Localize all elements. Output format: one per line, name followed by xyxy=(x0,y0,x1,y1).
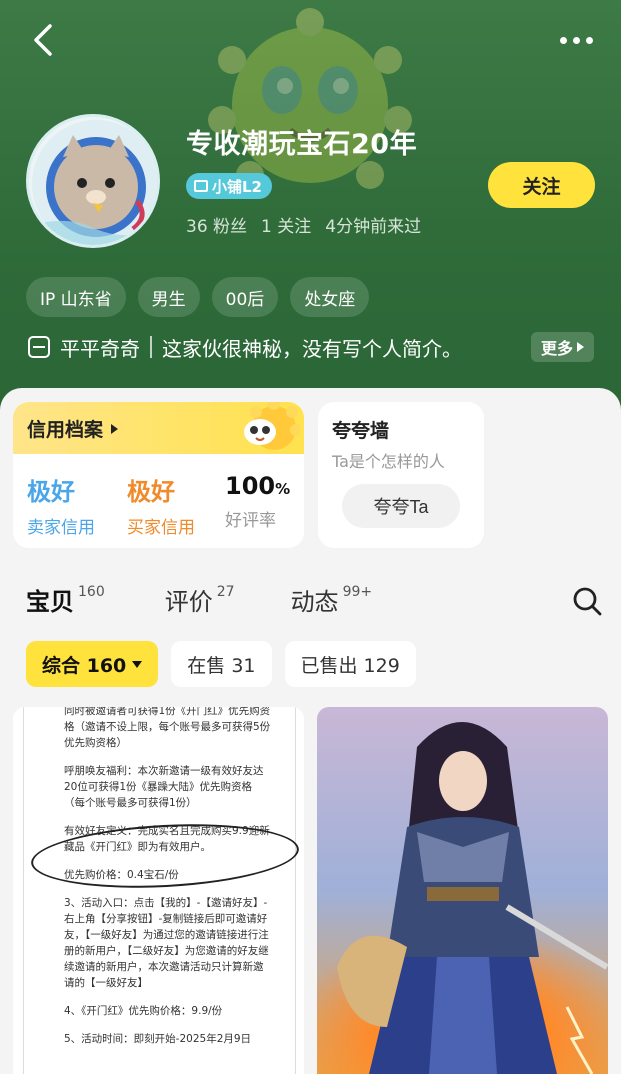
back-arrow-icon xyxy=(34,24,52,56)
product-image-document: 同时被邀请者可获得1份《开门红》优先购资格（邀请不设上限，每个账号最多可获得5份… xyxy=(23,707,296,1074)
filter-label: 在售 31 xyxy=(187,654,256,677)
signature-name: 平平奇奇 xyxy=(60,336,140,361)
fans-count[interactable]: 36 粉丝 xyxy=(186,212,247,237)
filter-bar: 综合 160 在售 31 已售出 129 xyxy=(26,641,416,687)
tab-count: 160 xyxy=(78,584,105,600)
following-count[interactable]: 1 关注 xyxy=(261,212,311,237)
tab-reviews[interactable]: 评价 27 xyxy=(165,582,235,617)
buyer-label: 买家信用 xyxy=(127,518,195,538)
tag-zodiac: 处女座 xyxy=(290,277,370,317)
seller-credit: 极好 卖家信用 xyxy=(27,472,95,538)
doc-line: 呼朋唤友福利：本次新邀请一级有效好友达20位可获得1份《暴躁大陆》优先购资格（每… xyxy=(64,765,264,809)
shop-name: 专收潮玩宝石20年 xyxy=(186,129,418,160)
doc-line: 3、活动入口：点击【我的】-【邀请好友】-右上角【分享按钮】-复制链接后即可邀请… xyxy=(64,897,269,989)
more-dots-icon xyxy=(560,36,567,44)
bio-text: 这家伙很神秘，没有写个人简介。 xyxy=(162,336,462,361)
more-button[interactable] xyxy=(553,30,593,50)
credit-body: 极好 卖家信用 极好 买家信用 100% 好评率 xyxy=(13,454,304,548)
positive-rate-label: 好评率 xyxy=(225,511,276,531)
praise-subtitle: Ta是个怎样的人 xyxy=(332,452,445,471)
tab-items[interactable]: 宝贝 160 xyxy=(26,582,105,617)
profile-stats: 36 粉丝 1 关注 4分钟前来过 xyxy=(186,212,421,237)
level-badge-label: 小铺L2 xyxy=(212,177,262,196)
doc-line: 5、活动时间：即刻开始-2025年2月9日 xyxy=(64,1033,252,1045)
chevron-right-icon xyxy=(577,342,584,352)
tab-label: 评价 xyxy=(164,588,213,616)
tab-count: 99+ xyxy=(342,584,373,600)
seller-label: 卖家信用 xyxy=(27,518,95,538)
filter-label: 综合 160 xyxy=(42,654,127,677)
last-seen: 4分钟前来过 xyxy=(325,217,422,237)
positive-rate-unit: % xyxy=(275,480,291,498)
tag-age: 00后 xyxy=(211,277,279,317)
tab-label: 动态 xyxy=(290,588,339,616)
praise-button[interactable]: 夸夸Ta xyxy=(342,484,460,528)
level-badge[interactable]: 小铺L2 xyxy=(186,173,272,199)
credit-header: 信用档案 xyxy=(13,402,304,454)
filter-sold[interactable]: 已售出 129 xyxy=(284,641,416,687)
chevron-right-icon xyxy=(111,423,119,434)
praise-title: 夸夸墙 xyxy=(332,420,390,442)
profile-tags: IP 山东省 男生 00后 处女座 xyxy=(26,277,370,317)
avatar-cat-icon xyxy=(32,120,157,245)
credit-card[interactable]: 信用档案 极好 卖家信用 极好 买家信用 100% 好评率 xyxy=(13,402,304,548)
buyer-credit: 极好 买家信用 xyxy=(127,472,195,538)
search-button[interactable] xyxy=(572,586,602,616)
content-tabs: 宝贝 160 评价 27 动态 99+ xyxy=(26,582,420,617)
bio-divider xyxy=(150,336,152,358)
tab-moments[interactable]: 动态 99+ xyxy=(291,582,373,617)
tab-count: 27 xyxy=(216,584,235,600)
bio-row: 平平奇奇 这家伙很神秘，没有写个人简介。 更多 xyxy=(28,330,594,364)
credit-title-label: 信用档案 xyxy=(27,419,104,441)
mascot-watermark-icon xyxy=(208,8,412,189)
tag-gender: 男生 xyxy=(137,277,200,317)
profile-header: 专收潮玩宝石20年 小铺L2 36 粉丝 1 关注 4分钟前来过 关注 IP 山… xyxy=(0,0,621,420)
positive-rate-value: 100 xyxy=(225,472,276,500)
bio-more-label: 更多 xyxy=(540,339,573,358)
chevron-down-icon xyxy=(132,660,143,668)
filter-label: 已售出 129 xyxy=(300,654,400,677)
filter-all[interactable]: 综合 160 xyxy=(26,641,159,687)
seller-rating: 极好 xyxy=(27,478,75,506)
tab-label: 宝贝 xyxy=(26,588,74,616)
doc-line: 同时被邀请者可获得1份《开门红》优先购资格（邀请不设上限，每个账号最多可获得5份… xyxy=(64,707,271,749)
product-card[interactable]: 同时被邀请者可获得1份《开门红》优先购资格（邀请不设上限，每个账号最多可获得5份… xyxy=(13,707,304,1074)
mascot-icon xyxy=(244,402,300,450)
credit-title[interactable]: 信用档案 xyxy=(27,415,119,442)
product-image-warrior xyxy=(317,707,608,1074)
doc-line: 4、《开门红》优先购价格：9.9/份 xyxy=(64,1005,223,1017)
back-button[interactable] xyxy=(28,22,60,58)
signature-icon xyxy=(28,336,50,358)
product-card[interactable] xyxy=(317,707,608,1074)
bio-more-button[interactable]: 更多 xyxy=(530,332,594,362)
tag-ip: IP 山东省 xyxy=(26,277,126,317)
praise-wall-card[interactable]: 夸夸墙 Ta是个怎样的人 夸夸Ta xyxy=(318,402,484,548)
avatar[interactable] xyxy=(26,114,160,248)
positive-rate: 100% 好评率 xyxy=(225,472,290,531)
buyer-rating: 极好 xyxy=(127,478,175,506)
shop-icon xyxy=(194,180,208,192)
filter-on-sale[interactable]: 在售 31 xyxy=(171,641,272,687)
search-icon xyxy=(573,587,602,616)
follow-button[interactable]: 关注 xyxy=(488,162,595,208)
